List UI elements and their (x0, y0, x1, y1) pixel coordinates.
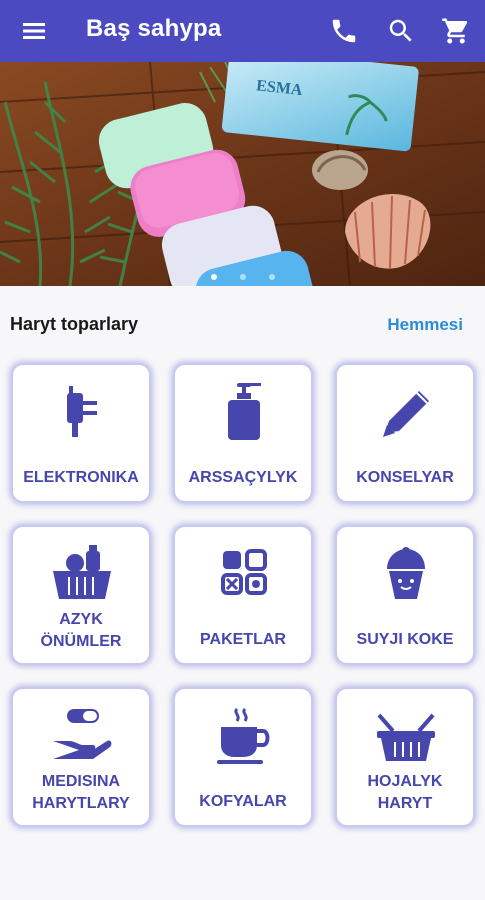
soap-dispenser-icon (228, 383, 261, 440)
category-label: AZYK ÖNÜMLER (40, 611, 122, 650)
category-card-medisina-harytlary[interactable]: MEDISINA HARYTLARY (11, 687, 151, 827)
pencil-icon (383, 391, 429, 437)
see-all-link[interactable]: Hemmesi (387, 315, 463, 335)
hand-pill-icon (53, 709, 112, 759)
category-label: MEDISINA HARYTLARY (32, 773, 130, 812)
shopping-basket-icon (377, 713, 435, 761)
category-card-kofyalar[interactable]: KOFYALAR (173, 687, 313, 827)
category-card-azyk-onumler[interactable]: AZYK ÖNÜMLER (11, 525, 151, 665)
packages-grid-icon (221, 549, 267, 595)
phone-icon[interactable] (329, 16, 359, 46)
category-label: KOFYALAR (199, 793, 287, 810)
category-card-elektronika[interactable]: ELEKTRONIKA (11, 363, 151, 503)
cart-icon[interactable] (441, 16, 471, 46)
search-icon[interactable] (386, 16, 416, 46)
app-bar: Baş sahypa (0, 0, 485, 62)
categories-header: Haryt toparlary Hemmesi (0, 300, 485, 348)
banner-image: ESMA (0, 62, 485, 286)
category-label: KONSELYAR (356, 469, 454, 486)
category-label: HOJALYK HARYT (367, 773, 443, 812)
category-label: ARSSAÇYLYK (188, 469, 298, 486)
category-card-arssacylyk[interactable]: ARSSAÇYLYK (173, 363, 313, 503)
promo-banner[interactable]: ESMA (0, 62, 485, 286)
category-card-paketlar[interactable]: PAKETLAR (173, 525, 313, 665)
food-basket-icon (53, 545, 111, 599)
page-title: Baş sahypa (86, 15, 222, 42)
category-label: SUYJI KOKE (356, 631, 454, 648)
carousel-dot[interactable] (240, 274, 246, 280)
category-card-hojalyk-haryt[interactable]: HOJALYK HARYT (335, 687, 475, 827)
carousel-indicator (0, 274, 485, 282)
category-card-konselyar[interactable]: KONSELYAR (335, 363, 475, 503)
category-label: PAKETLAR (200, 631, 286, 648)
carousel-dot[interactable] (269, 274, 275, 280)
menu-icon[interactable] (20, 17, 48, 45)
carousel-dot[interactable] (211, 274, 217, 280)
category-card-suyji-koke[interactable]: SUYJI KOKE (335, 525, 475, 665)
plug-icon (67, 386, 97, 437)
coffee-cup-icon (217, 707, 270, 764)
section-title: Haryt toparlary (10, 314, 139, 334)
category-label: ELEKTRONIKA (23, 469, 139, 486)
cupcake-icon (387, 547, 425, 599)
